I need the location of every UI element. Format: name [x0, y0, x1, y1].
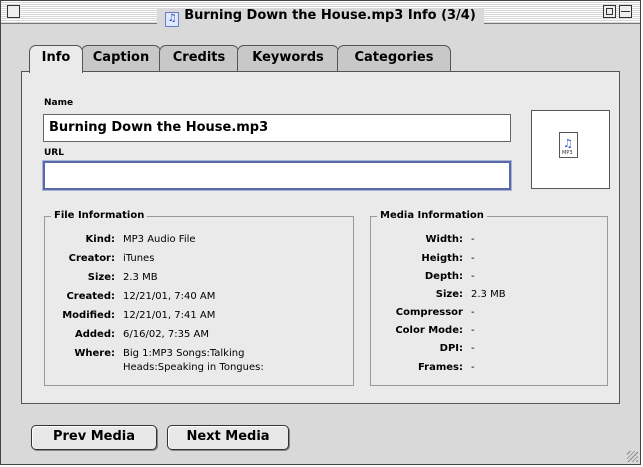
title-bar[interactable]: ♫ Burning Down the House.mp3 Info (3/4) [1, 1, 640, 27]
file-info-where-value: Big 1:MP3 Songs:Talking [123, 348, 245, 359]
media-info-dpi-key-cell: DPI: [371, 342, 463, 355]
file-info-added-key-cell: Added: [45, 328, 115, 341]
media-info-color-mode-value: - [471, 325, 475, 336]
file-info-created-key-cell: Created: [45, 290, 115, 303]
resize-grip-icon[interactable] [627, 451, 638, 462]
media-info-width-key-cell: Width: [371, 233, 463, 246]
file-info-modified-key-cell: Modified: [45, 309, 115, 322]
media-info-color-mode-key: Color Mode: [395, 325, 463, 336]
file-info-where-key-cell: Where: [45, 347, 115, 360]
file-info-creator-key-cell: Creator: [45, 252, 115, 265]
file-info-added-key: Added: [75, 329, 115, 340]
tab-caption[interactable]: Caption [81, 45, 161, 71]
file-extension-label: MP3 [562, 150, 573, 156]
tab-keywords[interactable]: Keywords [237, 45, 339, 71]
tab-categories[interactable]: Categories [337, 45, 451, 71]
file-info-modified-key: Modified: [62, 310, 115, 321]
media-info-height-key-cell: Heigth: [371, 252, 463, 265]
tab-credits[interactable]: Credits [159, 45, 239, 71]
mp3-document-icon: ♫ MP3 [559, 132, 578, 158]
media-info-compressor-key: Compressor [395, 307, 463, 318]
zoom-box[interactable] [603, 5, 616, 18]
file-info-size-key-cell: Size: [45, 271, 115, 284]
url-field[interactable] [42, 160, 512, 191]
media-info-size-key: Size: [435, 289, 463, 300]
file-info-kind-key-cell: Kind: [45, 233, 115, 246]
media-information-group: Media Information Width: - Heigth: - Dep… [370, 210, 608, 386]
media-info-size-key-cell: Size: [371, 288, 463, 301]
file-info-creator-value: iTunes [123, 253, 155, 264]
window-title: Burning Down the House.mp3 Info (3/4) [184, 8, 476, 23]
file-info-added-value: 6/16/02, 7:35 AM [123, 329, 210, 340]
file-info-creator-key: Creator: [68, 253, 115, 264]
url-label: URL [44, 148, 64, 158]
collapse-box[interactable] [619, 5, 632, 18]
media-info-compressor-key-cell: Compressor [371, 306, 463, 319]
media-info-depth-key-cell: Depth: [371, 270, 463, 283]
tab-info[interactable]: Info [29, 45, 83, 73]
media-info-height-value: - [471, 253, 475, 264]
prev-media-button[interactable]: Prev Media [31, 425, 157, 450]
media-info-width-key: Width: [425, 234, 463, 245]
media-info-compressor-value: - [471, 307, 475, 318]
music-note-icon: ♫ [165, 12, 180, 27]
title-wrap: ♫ Burning Down the House.mp3 Info (3/4) [1, 4, 640, 27]
media-information-title: Media Information [377, 210, 487, 221]
name-label: Name [44, 98, 74, 108]
file-info-created-value: 12/21/01, 7:40 AM [123, 291, 216, 302]
file-info-where-value-2: Heads:Speaking in Tongues: [123, 362, 264, 373]
media-info-dpi-key: DPI: [439, 343, 463, 354]
file-information-group: File Information Kind: MP3 Audio File Cr… [44, 210, 354, 386]
next-media-button[interactable]: Next Media [167, 425, 289, 450]
file-info-kind-key: Kind: [85, 234, 115, 245]
media-info-color-mode-key-cell: Color Mode: [371, 324, 463, 337]
file-info-created-key: Created: [66, 291, 115, 302]
music-note-glyph: ♫ [563, 137, 573, 150]
media-info-size-value: 2.3 MB [471, 289, 506, 300]
file-info-size-key: Size: [87, 272, 115, 283]
file-info-where-key: Where: [74, 348, 115, 359]
window-title-area: ♫ Burning Down the House.mp3 Info (3/4) [157, 8, 484, 27]
media-info-height-key: Heigth: [421, 253, 463, 264]
info-panel: Name Burning Down the House.mp3 URL ♫ MP… [21, 71, 620, 404]
name-field[interactable]: Burning Down the House.mp3 [43, 114, 511, 142]
media-info-width-value: - [471, 234, 475, 245]
file-info-size-value: 2.3 MB [123, 272, 158, 283]
info-window: ♫ Burning Down the House.mp3 Info (3/4) I… [0, 0, 641, 465]
file-info-modified-value: 12/21/01, 7:41 AM [123, 310, 216, 321]
media-info-frames-key-cell: Frames: [371, 361, 463, 374]
file-info-kind-value: MP3 Audio File [123, 234, 196, 245]
file-information-title: File Information [51, 210, 148, 221]
media-info-frames-value: - [471, 362, 475, 373]
media-thumbnail[interactable]: ♫ MP3 [531, 110, 610, 189]
media-info-dpi-value: - [471, 343, 475, 354]
media-info-frames-key: Frames: [417, 362, 463, 373]
media-info-depth-value: - [471, 271, 475, 282]
media-info-depth-key: Depth: [424, 271, 463, 282]
